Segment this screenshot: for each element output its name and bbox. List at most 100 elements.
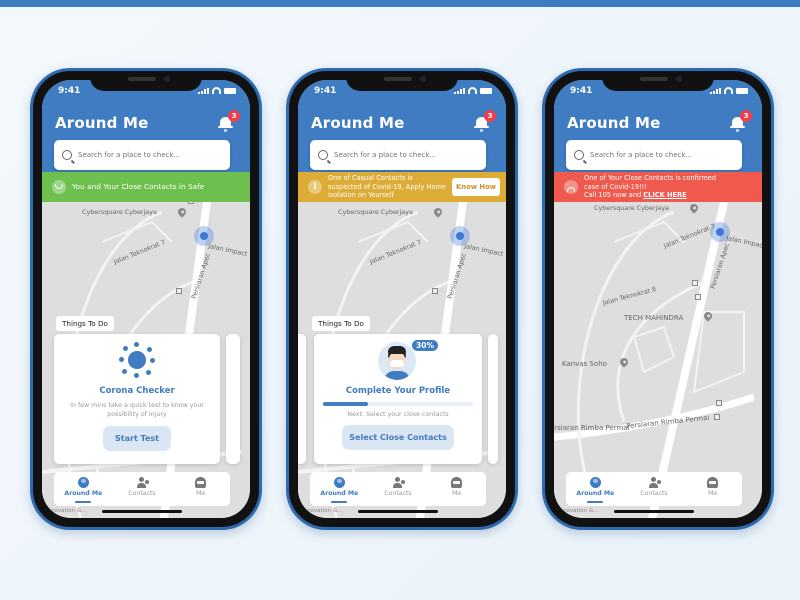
safe-alert-banner: You and Your Close Contacts in Safe xyxy=(42,172,250,202)
tab-me[interactable]: Me xyxy=(683,472,742,506)
wifi-icon xyxy=(468,87,477,94)
notification-badge: 3 xyxy=(228,110,240,122)
search-icon xyxy=(574,150,584,160)
poi-icon xyxy=(176,288,182,294)
prev-card-peek[interactable] xyxy=(298,334,306,464)
globe-icon xyxy=(77,477,89,488)
bottom-tab-bar: Around Me Contacts Me xyxy=(54,472,230,506)
search-bar[interactable] xyxy=(310,140,486,170)
card-description: In few mins take a quick test to know yo… xyxy=(70,402,204,418)
phone-mockup-safe: 9:41 Around Me 3 You and Your Close Cont… xyxy=(30,68,262,530)
status-time: 9:41 xyxy=(314,86,337,96)
poi-icon xyxy=(695,294,701,300)
sad-icon xyxy=(564,180,578,194)
start-test-button[interactable]: Start Test xyxy=(103,426,171,451)
app-header: 9:41 Around Me 3 xyxy=(298,80,506,172)
signal-icon xyxy=(710,88,721,94)
app-header: 9:41 Around Me 3 xyxy=(42,80,250,172)
page-title: Around Me xyxy=(55,114,149,132)
map-view[interactable]: Cybersquare Cyberjaya Jalan Teknokrat 7 … xyxy=(554,202,762,518)
app-header: 9:41 Around Me 3 xyxy=(554,80,762,172)
home-indicator[interactable] xyxy=(358,510,438,513)
tab-me[interactable]: Me xyxy=(171,472,230,506)
poi-icon xyxy=(716,400,722,406)
search-bar[interactable] xyxy=(54,140,230,170)
globe-icon xyxy=(589,477,601,488)
progress-fill xyxy=(323,402,368,406)
danger-alert-banner: One of Your Close Contacts is confirmed … xyxy=(554,172,762,202)
contacts-icon xyxy=(392,477,405,488)
profile-icon xyxy=(451,477,463,488)
map-label-cybersquare: Cybersquare Cyberjaya xyxy=(594,204,669,212)
alert-text: You and Your Close Contacts in Safe xyxy=(72,181,205,191)
signal-icon xyxy=(454,88,465,94)
globe-icon xyxy=(333,477,345,488)
warning-alert-banner: ! One of Casual Contacts is suspected of… xyxy=(298,172,506,202)
signal-icon xyxy=(198,88,209,94)
bottom-tab-bar: Around Me Contacts Me xyxy=(310,472,486,506)
tab-me[interactable]: Me xyxy=(427,472,486,506)
status-icons xyxy=(710,87,748,94)
home-indicator[interactable] xyxy=(614,510,694,513)
app-screen: 9:41 Around Me 3 ! One of Casual Contact… xyxy=(298,80,506,518)
tab-contacts[interactable]: Contacts xyxy=(369,472,428,506)
notification-badge: 3 xyxy=(484,110,496,122)
search-input[interactable] xyxy=(334,151,474,159)
contacts-icon xyxy=(648,477,661,488)
things-to-do-label: Things To Do xyxy=(56,316,114,331)
phone-notch xyxy=(346,71,458,91)
tab-around-me[interactable]: Around Me xyxy=(566,472,625,506)
contacts-icon xyxy=(136,477,149,488)
bottom-tab-bar: Around Me Contacts Me xyxy=(566,472,742,506)
map-label-innovation: Innovation &... xyxy=(46,508,87,514)
search-input[interactable] xyxy=(590,151,730,159)
poi-icon xyxy=(432,288,438,294)
search-bar[interactable] xyxy=(566,140,742,170)
map-label-innovation: Innovation &... xyxy=(558,508,599,514)
battery-icon xyxy=(480,88,492,94)
map-label-rimba-permai-1: Persiaran Rimba Permai xyxy=(554,424,630,432)
alert-line-2: Call 105 now and xyxy=(584,191,644,200)
battery-icon xyxy=(224,88,236,94)
poi-icon xyxy=(692,280,698,286)
top-accent-bar xyxy=(0,0,800,7)
progress-percent-badge: 30% xyxy=(412,340,438,351)
complete-profile-card[interactable]: 30% Complete Your Profile Next: Select y… xyxy=(314,334,482,464)
corona-checker-card[interactable]: Corona Checker In few mins take a quick … xyxy=(54,334,220,464)
app-screen: 9:41 Around Me 3 You and Your Close Cont… xyxy=(42,80,250,518)
profile-icon xyxy=(707,477,719,488)
things-to-do-label: Things To Do xyxy=(312,316,370,331)
status-time: 9:41 xyxy=(58,86,81,96)
home-indicator[interactable] xyxy=(102,510,182,513)
page-title: Around Me xyxy=(311,114,405,132)
next-card-peek[interactable] xyxy=(488,334,498,464)
tab-contacts[interactable]: Contacts xyxy=(113,472,172,506)
search-input[interactable] xyxy=(78,151,218,159)
card-description: Next: Select your close contacts xyxy=(347,411,449,418)
tab-contacts[interactable]: Contacts xyxy=(625,472,684,506)
tab-around-me[interactable]: Around Me xyxy=(54,472,113,506)
avatar-icon: 30% xyxy=(378,340,438,382)
tab-around-me[interactable]: Around Me xyxy=(310,472,369,506)
map-label-kanvas-soho: Kanvas Soho xyxy=(562,360,607,368)
select-close-contacts-button[interactable]: Select Close Contacts xyxy=(342,424,454,450)
phone-mockup-danger: 9:41 Around Me 3 One of Your Close Conta… xyxy=(542,68,774,530)
know-how-button[interactable]: Know How xyxy=(452,178,501,196)
click-here-link[interactable]: CLICK HERE xyxy=(643,191,686,199)
map-label-tech-mahindra: TECH MAHINDRA xyxy=(624,314,684,322)
phone-mockup-warning: 9:41 Around Me 3 ! One of Casual Contact… xyxy=(286,68,518,530)
map-label-innovation: Innovation &... xyxy=(302,508,343,514)
status-icons xyxy=(454,87,492,94)
map-label-cybersquare: Cybersquare Cyberjaya xyxy=(338,208,413,216)
alert-text: One of Casual Contacts is suspected of C… xyxy=(328,174,446,200)
profile-progress-bar xyxy=(323,402,473,406)
poi-icon xyxy=(714,414,720,420)
search-icon xyxy=(62,150,72,160)
smile-icon xyxy=(52,180,66,194)
poi-icon xyxy=(188,202,194,204)
status-time: 9:41 xyxy=(570,86,593,96)
next-card-peek[interactable] xyxy=(226,334,240,464)
exclamation-icon: ! xyxy=(308,180,322,194)
status-icons xyxy=(198,87,236,94)
profile-icon xyxy=(195,477,207,488)
